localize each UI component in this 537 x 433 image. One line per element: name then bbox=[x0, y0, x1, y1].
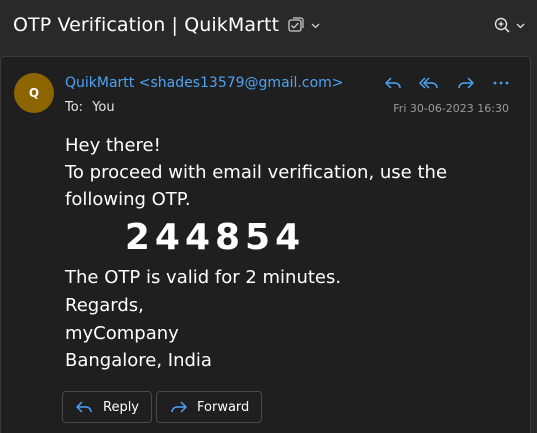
reply-icon-button[interactable] bbox=[381, 71, 405, 95]
validity-line: The OTP is valid for 2 minutes. bbox=[65, 267, 342, 288]
reply-icon bbox=[385, 77, 401, 89]
reply-button-label: Reply bbox=[103, 399, 140, 415]
zoom-button[interactable] bbox=[493, 15, 529, 37]
reply-all-icon bbox=[419, 77, 438, 89]
more-options-button[interactable] bbox=[489, 71, 513, 95]
forward-icon bbox=[171, 401, 187, 413]
tag-check-icon bbox=[288, 17, 320, 32]
avatar[interactable]: Q bbox=[14, 73, 54, 113]
forward-icon-button[interactable] bbox=[454, 71, 478, 95]
instruction-line-2: following OTP. bbox=[65, 189, 191, 210]
message-date: Fri 30-06-2023 16:30 bbox=[393, 102, 509, 115]
message-actions bbox=[381, 71, 515, 95]
message-card: Q QuikMartt <shades13579@gmail.com> To: … bbox=[0, 56, 531, 433]
forward-icon bbox=[458, 77, 474, 89]
signoff-line: Regards, bbox=[65, 295, 144, 316]
reply-button[interactable]: Reply bbox=[62, 391, 152, 423]
zoom-in-icon bbox=[494, 17, 525, 33]
forward-button[interactable]: Forward bbox=[156, 391, 262, 423]
otp-code: 244854 bbox=[124, 217, 306, 258]
company-line: myCompany bbox=[65, 323, 179, 344]
chevron-down-icon bbox=[516, 23, 525, 29]
reply-all-icon-button[interactable] bbox=[417, 71, 441, 95]
forward-button-label: Forward bbox=[197, 399, 250, 415]
location-line: Bangalore, India bbox=[65, 350, 212, 371]
to-label: To: bbox=[65, 100, 84, 115]
reply-icon bbox=[76, 401, 92, 413]
greeting-line: Hey there! bbox=[65, 135, 161, 156]
recipient-line: To: You bbox=[65, 100, 115, 115]
email-subject: OTP Verification | QuikMartt bbox=[13, 14, 280, 36]
recipient-name[interactable]: You bbox=[92, 100, 114, 115]
message-header: OTP Verification | QuikMartt bbox=[0, 0, 537, 50]
tag-button[interactable] bbox=[287, 15, 327, 37]
more-icon bbox=[493, 81, 509, 85]
chevron-down-icon bbox=[311, 23, 320, 29]
sender-address[interactable]: QuikMartt <shades13579@gmail.com> bbox=[65, 75, 344, 91]
instruction-line-1: To proceed with email verification, use … bbox=[65, 162, 448, 183]
